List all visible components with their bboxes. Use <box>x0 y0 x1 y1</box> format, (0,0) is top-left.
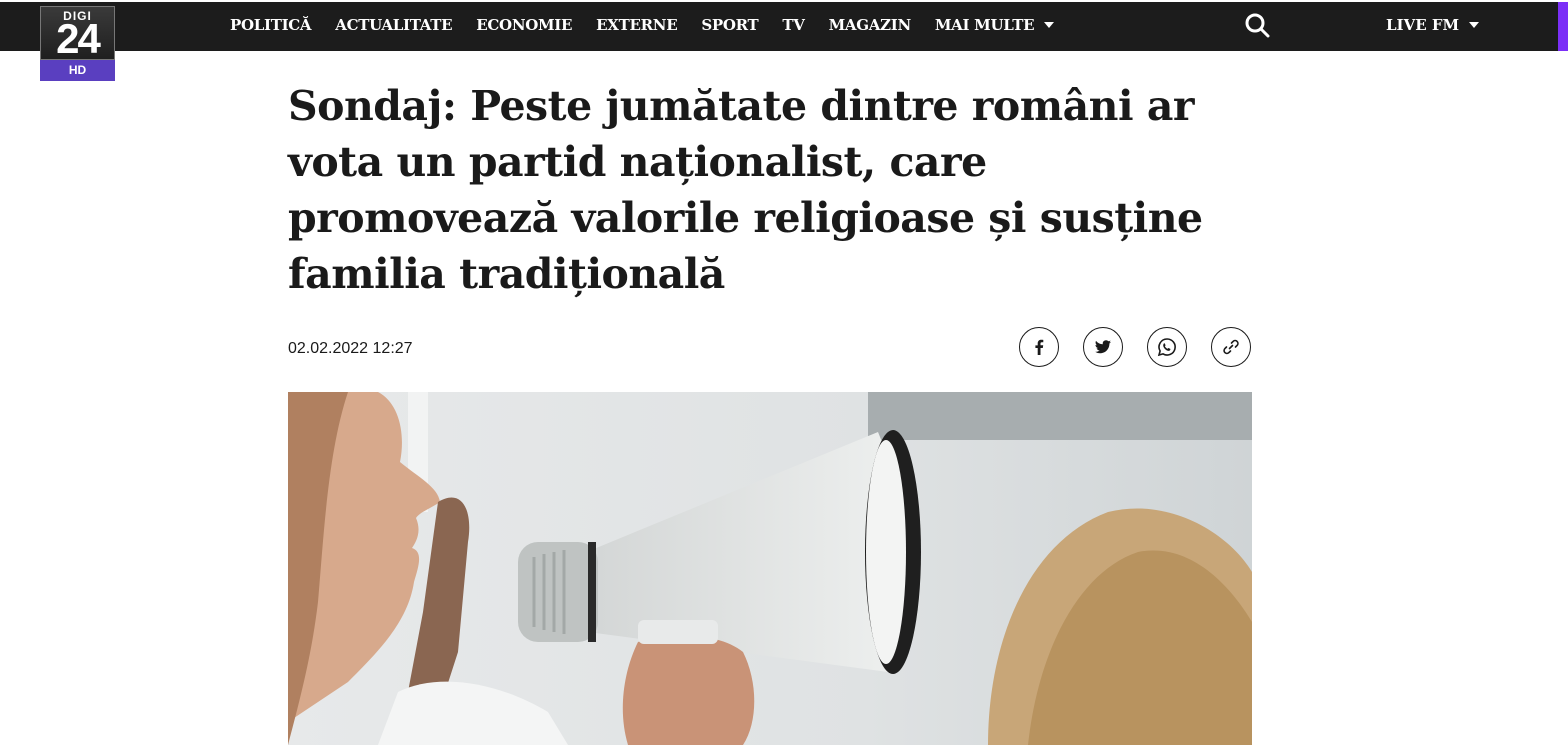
brand-accent-strip <box>1558 2 1568 51</box>
chevron-down-icon <box>1469 21 1480 28</box>
chevron-down-icon <box>1044 21 1055 28</box>
article-headline: Sondaj: Peste jumătate dintre români ar … <box>288 82 1203 298</box>
nav-item-tv[interactable]: TV <box>782 16 805 34</box>
live-fm-label: LIVE FM <box>1386 15 1460 34</box>
nav-item-externe[interactable]: EXTERNE <box>596 16 677 34</box>
logo-24-text: 24 <box>56 15 101 62</box>
logo-hd-badge: HD <box>40 60 115 81</box>
nav-item-more-dropdown[interactable]: MAI MULTE <box>934 15 1055 34</box>
twitter-icon <box>1095 340 1111 354</box>
nav-item-sport[interactable]: SPORT <box>701 16 758 34</box>
nav-item-politica[interactable]: POLITICĂ <box>230 16 312 34</box>
nav-item-magazin[interactable]: MAGAZIN <box>829 16 912 34</box>
search-icon[interactable] <box>1244 12 1270 38</box>
digi24-logo[interactable]: DIGI 24 HD <box>40 6 115 81</box>
nav-item-economie[interactable]: ECONOMIE <box>476 16 572 34</box>
share-whatsapp-button[interactable] <box>1147 327 1187 367</box>
link-icon <box>1223 339 1239 355</box>
share-facebook-button[interactable] <box>1019 327 1059 367</box>
main-nav: POLITICĂ ACTUALITATE ECONOMIE EXTERNE SP… <box>230 0 1078 49</box>
article-hero-image[interactable] <box>288 392 1252 745</box>
nav-more-label: MAI MULTE <box>934 15 1035 34</box>
nav-item-actualitate[interactable]: ACTUALITATE <box>335 16 452 34</box>
facebook-icon <box>1035 339 1044 355</box>
copy-link-button[interactable] <box>1211 327 1251 367</box>
whatsapp-icon <box>1157 338 1176 357</box>
article-datetime: 02.02.2022 12:27 <box>288 340 413 357</box>
share-twitter-button[interactable] <box>1083 327 1123 367</box>
woman-with-megaphone-illustration <box>288 392 1252 745</box>
live-fm-dropdown[interactable]: LIVE FM <box>1386 0 1480 49</box>
